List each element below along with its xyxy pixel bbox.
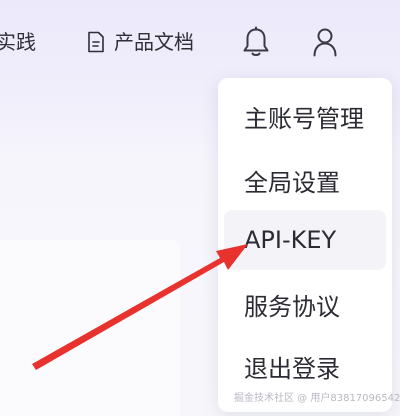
menu-item-account-management[interactable]: 主账号管理 [224, 86, 386, 146]
menu-item-label: API-KEY [244, 226, 337, 254]
bell-icon [243, 26, 269, 56]
menu-item-global-settings[interactable]: 全局设置 [224, 150, 386, 210]
nav-link-docs[interactable]: 产品文档 [86, 28, 194, 56]
user-profile-button[interactable] [307, 24, 343, 60]
nav-link-practice[interactable]: 实践 [0, 28, 36, 56]
nav-link-docs-label: 产品文档 [114, 30, 194, 54]
document-icon [88, 31, 104, 53]
menu-item-label: 主账号管理 [244, 104, 364, 133]
menu-item-label: 退出登录 [244, 354, 340, 383]
user-icon [313, 28, 337, 57]
content-panel [0, 240, 180, 416]
menu-item-label: 服务协议 [244, 292, 340, 321]
watermark: 掘金技术社区 @ 用户838170965421 [234, 393, 400, 404]
top-navigation-bar: 实践 产品文档 [0, 0, 400, 86]
menu-item-label: 全局设置 [244, 168, 340, 197]
menu-item-logout[interactable]: 退出登录 [224, 336, 386, 396]
notifications-button[interactable] [238, 24, 274, 60]
menu-item-api-key[interactable]: API-KEY [224, 210, 386, 270]
account-dropdown-menu: 主账号管理 全局设置 API-KEY 服务协议 退出登录 [218, 78, 392, 412]
menu-item-service-agreement[interactable]: 服务协议 [224, 274, 386, 334]
